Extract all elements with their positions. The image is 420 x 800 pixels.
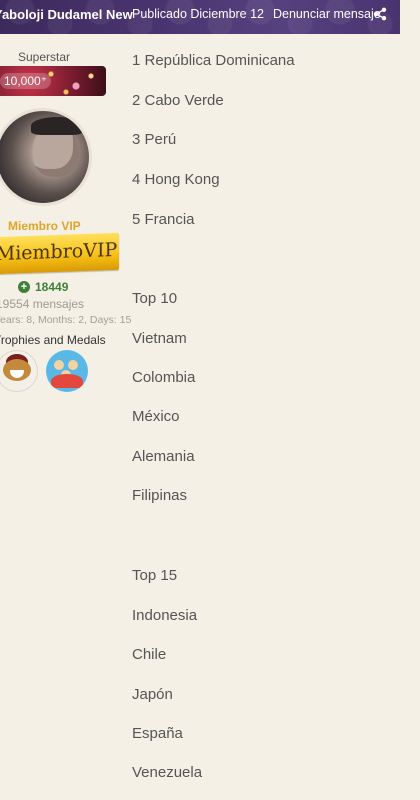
post-line: España [132, 725, 183, 742]
role-label: Miembro VIP [8, 219, 81, 233]
post-line: Japón [132, 686, 173, 703]
rank-value: 10,000⁺ [0, 73, 52, 89]
post-line: 2 Cabo Verde [132, 92, 224, 109]
published-date: Publicado Diciembre 12 [132, 7, 265, 21]
report-post-link[interactable]: Denunciar mensaje [273, 7, 381, 21]
share-icon[interactable] [373, 7, 387, 21]
membership-duration: Years: 8, Months: 2, Days: 15 [0, 314, 132, 326]
points-row: + 18449 [18, 280, 68, 294]
plus-circle-icon: + [18, 281, 30, 293]
post-line: 1 República Dominicana [132, 52, 295, 69]
avatar[interactable] [0, 108, 92, 206]
post-line: Filipinas [132, 487, 188, 504]
rank-title: Superstar [18, 50, 71, 64]
message-count: 19554 mensajes [0, 297, 85, 311]
vip-badge: MiembroVIP [0, 232, 119, 275]
post-line: Top 15 [132, 567, 178, 584]
post-line: Vietnam [132, 330, 187, 347]
rank-banner: 10,000⁺ [0, 66, 106, 96]
post-line: Colombia [132, 369, 196, 386]
trophies-heading[interactable]: Trophies and Medals [0, 333, 106, 347]
post-line: Venezuela [132, 764, 203, 781]
post-line: 3 Perú [132, 131, 177, 148]
post-line: 4 Hong Kong [132, 171, 220, 188]
vip-badge-text: MiembroVIP [0, 238, 118, 266]
author-name[interactable]: Yaboloji Dudamel New [0, 7, 133, 22]
author-sidebar: Superstar 10,000⁺ Miembro VIP MiembroVIP… [0, 34, 131, 434]
post-header: Yaboloji Dudamel New Publicado Diciembre… [0, 0, 400, 34]
points-value: 18449 [35, 280, 69, 294]
post-line: 5 Francia [132, 211, 195, 228]
post-line: Alemania [132, 448, 195, 465]
post-line: Top 10 [132, 290, 178, 307]
post-line: México [132, 408, 180, 425]
post-line: Indonesia [132, 607, 198, 624]
trophy-medal-icon[interactable] [0, 350, 38, 392]
post-line: Chile [132, 646, 167, 663]
trophy-medal-icon[interactable] [46, 350, 88, 392]
